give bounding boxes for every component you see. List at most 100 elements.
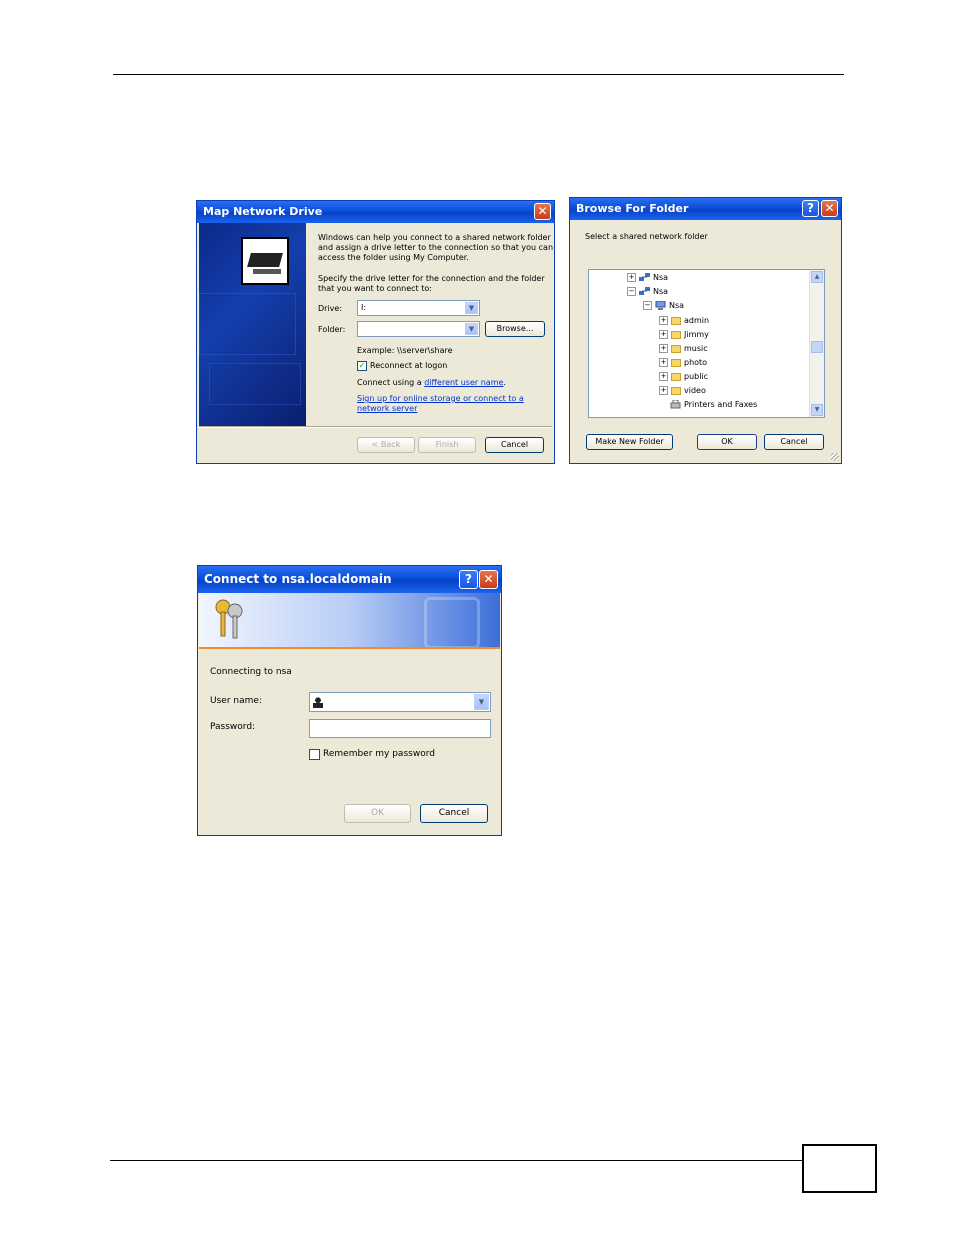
password-field[interactable]: [309, 719, 491, 738]
connect-dialog: Connect to nsa.localdomain ? ✕ Connectin…: [197, 565, 502, 836]
resize-grip-icon[interactable]: [831, 453, 839, 461]
tree-item[interactable]: − Nsa: [627, 286, 668, 298]
tree-item-label: Printers and Faxes: [684, 400, 758, 409]
connecting-text: Connecting to nsa: [210, 667, 292, 677]
expand-icon[interactable]: +: [659, 316, 668, 325]
help-button[interactable]: ?: [802, 200, 819, 217]
expand-icon[interactable]: +: [659, 386, 668, 395]
tree-scrollbar[interactable]: ▲ ▼: [809, 270, 824, 417]
tree-item-label: Nsa: [669, 301, 685, 310]
tree-item[interactable]: + Nsa: [627, 272, 668, 284]
chevron-down-icon[interactable]: ▼: [474, 694, 489, 710]
specify-line-2: that you want to connect to:: [318, 284, 432, 293]
specify-line-1: Specify the drive letter for the connect…: [318, 274, 545, 283]
help-button[interactable]: ?: [459, 570, 478, 589]
window-title: Connect to nsa.localdomain: [204, 572, 392, 586]
title-bar: Browse For Folder ? ✕: [570, 198, 841, 220]
tree-item[interactable]: + video: [659, 385, 706, 397]
shared-folder-icon: [671, 316, 681, 325]
cancel-button[interactable]: Cancel: [764, 434, 824, 450]
tree-item-label: Jimmy: [684, 330, 709, 339]
tree-item[interactable]: + music: [659, 343, 708, 355]
title-bar: Map Network Drive ✕: [197, 201, 554, 223]
back-button[interactable]: < Back: [357, 437, 415, 453]
tree-item-label: admin: [684, 316, 710, 325]
page-number-box: [802, 1144, 877, 1193]
printer-icon: [670, 400, 681, 409]
scroll-down-icon[interactable]: ▼: [811, 404, 823, 416]
map-network-drive-dialog: Map Network Drive ✕ Windows can help you…: [196, 200, 555, 464]
cancel-button[interactable]: Cancel: [420, 804, 488, 823]
title-bar: Connect to nsa.localdomain ? ✕: [198, 566, 501, 593]
folder-tree[interactable]: + Nsa − Nsa − Nsa + admin + Jimmy + music + pho…: [588, 269, 825, 418]
shared-folder-icon: [671, 330, 681, 339]
footer-rule: [110, 1160, 802, 1161]
close-button[interactable]: ✕: [534, 203, 551, 220]
window-title: Browse For Folder: [576, 202, 689, 215]
reconnect-checkbox[interactable]: ✓: [357, 361, 367, 371]
expand-icon[interactable]: +: [659, 372, 668, 381]
network-icon: [639, 273, 650, 281]
folder-combobox[interactable]: ▼: [357, 321, 480, 337]
intro-line-1: Windows can help you connect to a shared…: [318, 233, 551, 242]
tree-item-label: video: [684, 386, 706, 395]
signup-link-line-1[interactable]: Sign up for online storage or connect to…: [357, 394, 524, 404]
tree-item[interactable]: + Jimmy: [659, 329, 709, 341]
tree-item[interactable]: + admin: [659, 315, 709, 327]
expand-icon[interactable]: +: [627, 273, 636, 282]
tree-item[interactable]: + photo: [659, 357, 707, 369]
tree-item-label: music: [684, 344, 708, 353]
finish-button[interactable]: Finish: [418, 437, 476, 453]
intro-line-2: and assign a drive letter to the connect…: [318, 243, 554, 252]
username-combobox[interactable]: ▼: [309, 692, 491, 712]
signup-link-line-2[interactable]: network server: [357, 404, 417, 414]
tree-item-label: Nsa: [653, 287, 669, 296]
tree-item[interactable]: − Nsa: [643, 300, 684, 312]
cancel-button[interactable]: Cancel: [485, 437, 544, 453]
ok-button[interactable]: OK: [344, 804, 411, 823]
tree-item-label: photo: [684, 358, 708, 367]
tree-item[interactable]: Printers and Faxes: [670, 399, 757, 411]
drive-select[interactable]: I: ▼: [357, 300, 480, 316]
collapse-icon[interactable]: −: [627, 287, 636, 296]
make-new-folder-button[interactable]: Make New Folder: [586, 434, 673, 450]
shared-folder-icon: [671, 372, 681, 381]
shared-folder-icon: [671, 358, 681, 367]
collapse-icon[interactable]: −: [643, 301, 652, 310]
chevron-down-icon[interactable]: ▼: [465, 323, 478, 335]
expand-icon[interactable]: +: [659, 344, 668, 353]
connect-using-prefix: Connect using a: [357, 378, 425, 387]
example-text: Example: \\server\share: [357, 346, 453, 355]
side-banner: [199, 223, 306, 426]
password-label: Password:: [210, 722, 256, 732]
expand-icon[interactable]: +: [659, 358, 668, 367]
scroll-thumb[interactable]: [811, 341, 823, 353]
user-icon: [313, 696, 323, 708]
browse-button[interactable]: Browse...: [485, 321, 545, 337]
scroll-up-icon[interactable]: ▲: [811, 271, 823, 283]
close-button[interactable]: ✕: [821, 200, 838, 217]
tree-item-label: public: [684, 372, 709, 381]
connect-using-text: Connect using a different user name.: [357, 378, 506, 388]
network-drive-icon: [241, 237, 289, 285]
prompt-text: Select a shared network folder: [585, 232, 708, 241]
network-icon: [639, 287, 650, 295]
shared-folder-icon: [671, 344, 681, 353]
keys-icon: [215, 599, 243, 639]
remember-password-checkbox[interactable]: [309, 749, 320, 760]
remember-password-label: Remember my password: [323, 749, 435, 759]
different-user-link[interactable]: different user name: [424, 378, 503, 387]
username-label: User name:: [210, 696, 262, 706]
chevron-down-icon[interactable]: ▼: [465, 302, 478, 314]
expand-icon[interactable]: +: [659, 330, 668, 339]
window-title: Map Network Drive: [203, 205, 323, 218]
close-button[interactable]: ✕: [479, 570, 498, 589]
tree-item[interactable]: + public: [659, 371, 708, 383]
intro-line-3: access the folder using My Computer.: [318, 253, 469, 262]
shared-folder-icon: [671, 386, 681, 395]
drive-value: I:: [361, 303, 367, 312]
tree-item-label: Nsa: [653, 273, 669, 282]
watermark-keys-icon: [424, 597, 480, 647]
drive-label: Drive:: [318, 304, 343, 313]
ok-button[interactable]: OK: [697, 434, 757, 450]
